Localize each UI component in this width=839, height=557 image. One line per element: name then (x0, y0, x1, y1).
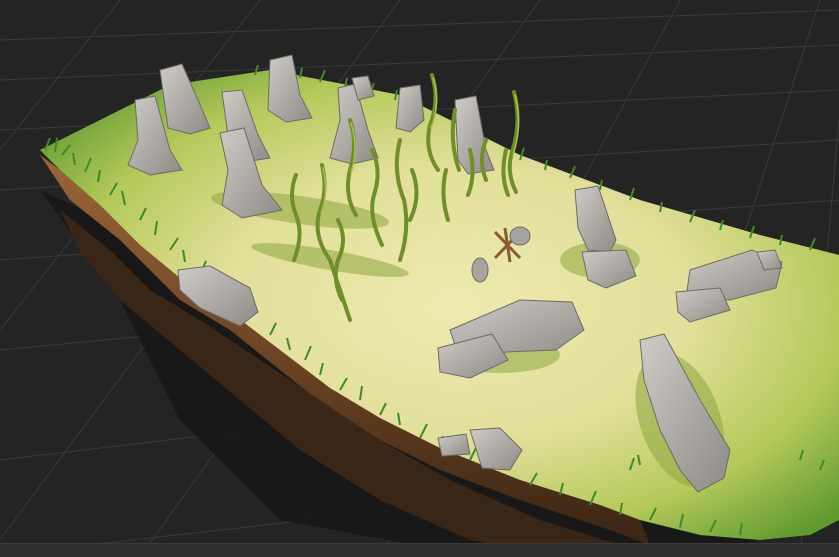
viewport-bottom-bar (0, 543, 839, 557)
scene-viewport[interactable] (0, 0, 839, 557)
game-scene (0, 0, 839, 557)
